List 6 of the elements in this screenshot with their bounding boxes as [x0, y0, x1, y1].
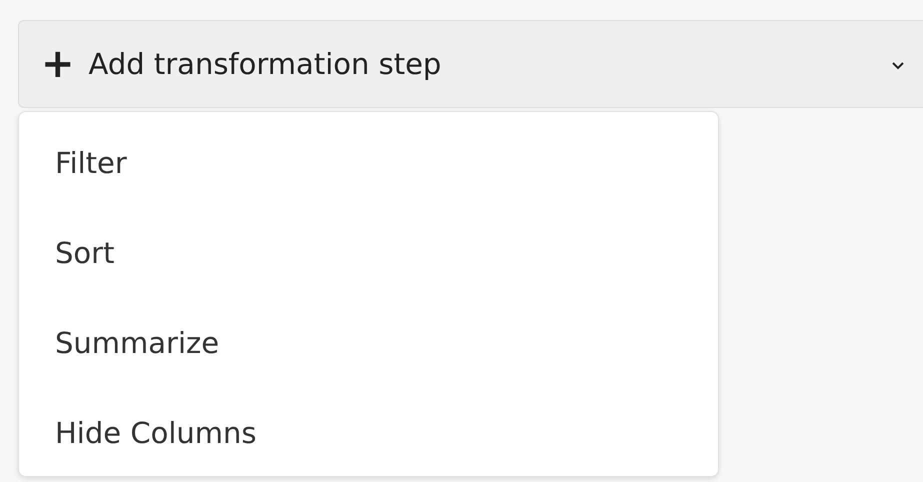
add-step-dropdown[interactable]: + Add transformation step	[18, 20, 923, 108]
menu-item[interactable]: Summarize	[19, 298, 718, 388]
menu-item[interactable]: Hide Columns	[19, 388, 718, 478]
menu-item[interactable]: Sort	[19, 208, 718, 298]
menu-item[interactable]: Filter	[19, 118, 718, 208]
chevron-icon	[891, 61, 905, 71]
